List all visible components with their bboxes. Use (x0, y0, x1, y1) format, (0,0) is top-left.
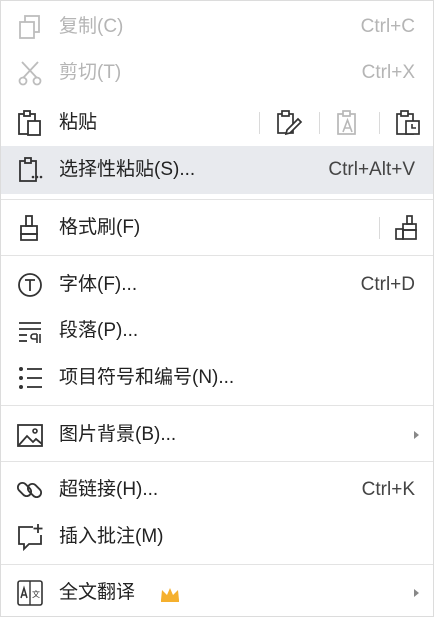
menu-item-copy[interactable]: 复制(C) Ctrl+C (1, 7, 433, 47)
menu-separator (1, 564, 433, 565)
menu-item-shortcut: Ctrl+X (361, 62, 415, 83)
menu-item-font[interactable]: 字体(F)... Ctrl+D (1, 263, 433, 307)
menu-item-label: 项目符号和编号(N)... (59, 367, 235, 388)
menu-item-label: 剪切(T) (59, 62, 122, 83)
menu-item-label: 段落(P)... (59, 320, 139, 341)
menu-separator (1, 461, 433, 462)
comment-add-icon (15, 522, 45, 552)
divider (379, 112, 380, 134)
menu-item-label: 选择性粘贴(S)... (59, 159, 196, 180)
menu-separator (1, 199, 433, 200)
menu-item-shortcut: Ctrl+Alt+V (328, 159, 415, 180)
paste-keep-format-icon[interactable] (273, 108, 303, 138)
divider (319, 112, 320, 134)
menu-separator (1, 405, 433, 406)
context-menu: 复制(C) Ctrl+C 剪切(T) Ctrl+X 粘贴 选择性粘贴(S)...… (0, 0, 434, 617)
menu-item-label: 复制(C) (59, 16, 124, 37)
menu-item-label: 全文翻译 (59, 582, 136, 603)
menu-item-insert-comment[interactable]: 插入批注(M) (1, 515, 433, 559)
menu-item-picture-background[interactable]: 图片背景(B)... (1, 413, 433, 457)
svg-text:文: 文 (32, 589, 40, 599)
menu-item-paste-special[interactable]: 选择性粘贴(S)... Ctrl+Alt+V (1, 146, 433, 194)
menu-item-shortcut: Ctrl+C (360, 16, 415, 37)
menu-item-label: 插入批注(M) (59, 526, 164, 547)
clipboard-icon (15, 108, 45, 138)
menu-item-label: 图片背景(B)... (59, 424, 177, 445)
image-icon (15, 420, 45, 450)
submenu-arrow-icon (414, 589, 419, 597)
menu-item-format-painter[interactable]: 格式刷(F) (1, 206, 433, 250)
menu-item-paragraph[interactable]: 段落(P)... (1, 309, 433, 353)
font-icon (15, 270, 45, 300)
link-icon (15, 475, 45, 505)
paragraph-icon (15, 316, 45, 346)
paste-match-format-icon[interactable] (393, 108, 423, 138)
list-icon (15, 363, 45, 393)
menu-item-label: 超链接(H)... (59, 479, 159, 500)
paste-text-only-icon[interactable] (333, 108, 363, 138)
menu-item-bullets[interactable]: 项目符号和编号(N)... (1, 356, 433, 400)
format-painter-icon[interactable] (393, 213, 423, 243)
menu-item-hyperlink[interactable]: 超链接(H)... Ctrl+K (1, 468, 433, 512)
submenu-arrow-icon (414, 431, 419, 439)
clipboard-dots-icon (15, 155, 45, 185)
menu-item-cut[interactable]: 剪切(T) Ctrl+X (1, 53, 433, 93)
menu-item-shortcut: Ctrl+D (360, 274, 415, 295)
menu-item-label: 字体(F)... (59, 274, 138, 295)
divider (379, 217, 380, 239)
menu-item-paste[interactable]: 粘贴 (1, 101, 433, 145)
menu-item-label: 格式刷(F) (59, 217, 141, 238)
crown-icon (159, 585, 181, 603)
copy-icon (15, 12, 45, 42)
menu-item-label: 粘贴 (59, 112, 98, 133)
divider (259, 112, 260, 134)
scissors-icon (15, 58, 45, 88)
menu-item-translate[interactable]: 文 全文翻译 (1, 571, 433, 615)
brush-icon (15, 213, 45, 243)
translate-icon: 文 (15, 578, 45, 608)
menu-separator (1, 255, 433, 256)
menu-item-shortcut: Ctrl+K (361, 479, 415, 500)
